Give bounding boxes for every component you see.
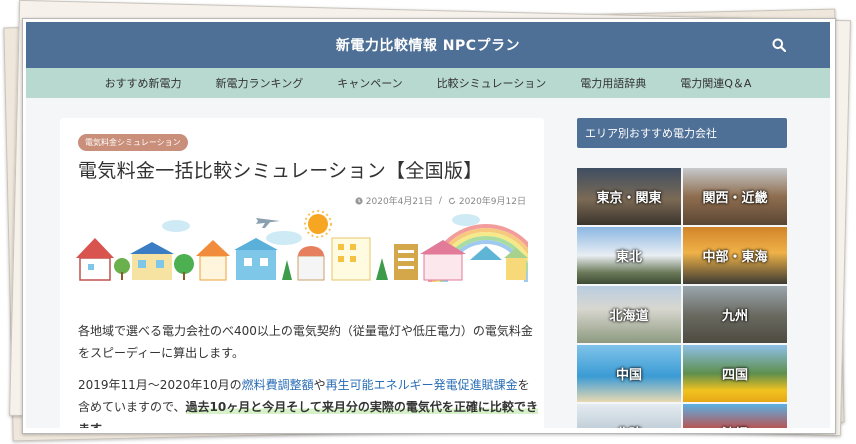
sidebar: エリア別おすすめ電力会社 東京・関東 関西・近畿 東北 中部・東海 北海道 九州… (577, 118, 789, 428)
text-segment: や (313, 378, 326, 392)
intro-paragraph: 各地域で選べる電力会社のべ400以上の電気契約（従量電灯や低圧電力）の電気料金を… (78, 324, 533, 360)
area-label: 中国 (615, 368, 642, 383)
area-label: 沖縄 (722, 423, 748, 428)
refresh-icon (448, 197, 456, 204)
area-label: 東北 (615, 250, 642, 265)
web-page: 新電力比較情報 NPCプラン おすすめ新電力 新電力ランキング キャンペーン 比… (26, 22, 830, 428)
date-separator: / (438, 195, 442, 206)
nav-item-glossary[interactable]: 電力用語辞典 (580, 75, 646, 91)
text-segment: 2019年11月～2020年10月の (78, 378, 242, 392)
area-tile-chubu[interactable]: 中部・東海 (683, 227, 787, 284)
area-tile-tohoku[interactable]: 東北 (577, 227, 681, 284)
details-paragraph: 2019年11月～2020年10月の燃料費調整額や再生可能エネルギー発電促進賦課… (78, 374, 540, 428)
search-icon[interactable] (772, 38, 786, 52)
area-label: 関西・近畿 (702, 191, 768, 206)
area-tile-chugoku[interactable]: 中国 (577, 345, 681, 402)
town-illustration (76, 210, 528, 282)
area-label: 中部・東海 (702, 250, 768, 265)
article-card: 電気料金シミュレーション 電気料金一括比較シミュレーション【全国版】 2020年… (60, 118, 544, 428)
nav-item-campaign[interactable]: キャンペーン (337, 75, 402, 91)
area-tile-hokuriku[interactable]: 北陸 (577, 404, 681, 428)
area-tile-shikoku[interactable]: 四国 (683, 345, 787, 402)
area-label: 北陸 (616, 423, 642, 428)
area-tile-hokkaido[interactable]: 北海道 (577, 286, 681, 343)
area-tile-kyushu[interactable]: 九州 (683, 286, 787, 343)
site-header: 新電力比較情報 NPCプラン (26, 22, 830, 68)
area-tile-tokyo[interactable]: 東京・関東 (577, 168, 681, 225)
area-label: 四国 (721, 368, 748, 383)
area-label: 九州 (721, 309, 748, 324)
category-badge[interactable]: 電気料金シミュレーション (78, 134, 188, 151)
updated-date: 2020年9月12日 (458, 197, 526, 207)
nav-item-simulation[interactable]: 比較シミュレーション (437, 75, 547, 91)
nav-item-ranking[interactable]: 新電力ランキング (216, 75, 304, 91)
clock-icon (355, 196, 363, 205)
nav-item-qa[interactable]: 電力関連Q＆A (680, 75, 751, 91)
fuel-cost-link[interactable]: 燃料費調整額 (242, 378, 314, 392)
area-label: 東京・関東 (596, 191, 662, 206)
site-title[interactable]: 新電力比較情報 NPCプラン (336, 35, 520, 55)
area-label: 北海道 (609, 309, 649, 324)
main-nav: おすすめ新電力 新電力ランキング キャンペーン 比較シミュレーション 電力用語辞… (26, 68, 830, 98)
nav-item-recommended[interactable]: おすすめ新電力 (105, 75, 182, 91)
published-date: 2020年4月21日 (365, 197, 433, 207)
article-meta: 2020年4月21日 / 2020年9月12日 (355, 194, 526, 207)
area-tile-okinawa[interactable]: 沖縄 (683, 404, 787, 428)
area-tile-kansai[interactable]: 関西・近畿 (683, 168, 787, 225)
area-grid: 東京・関東 関西・近畿 東北 中部・東海 北海道 九州 中国 四国 (577, 168, 789, 428)
article-title: 電気料金一括比較シミュレーション【全国版】 (78, 160, 483, 182)
renewable-levy-link[interactable]: 再生可能エネルギー発電促進賦課金 (326, 378, 518, 392)
widget-title: エリア別おすすめ電力会社 (577, 118, 787, 148)
